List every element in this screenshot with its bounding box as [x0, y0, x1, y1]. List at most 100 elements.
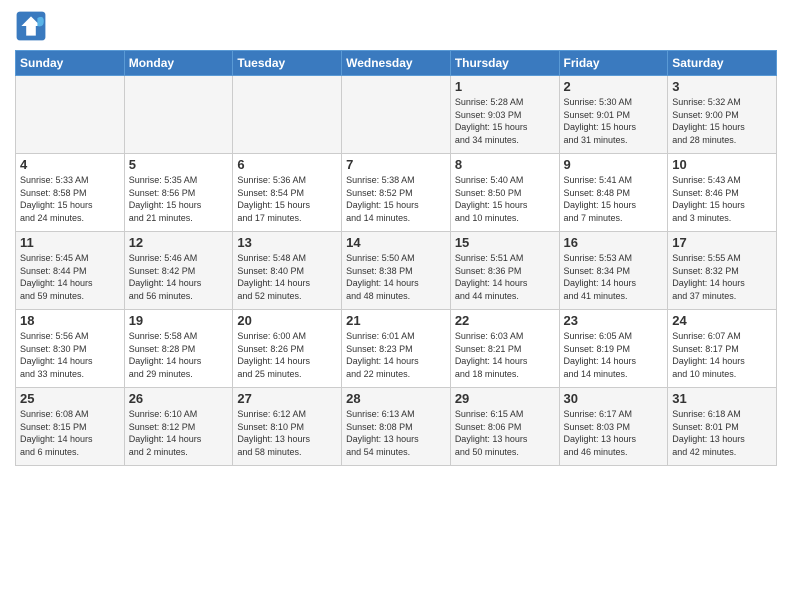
day-number: 7 — [346, 157, 446, 172]
day-number: 25 — [20, 391, 120, 406]
day-number: 26 — [129, 391, 229, 406]
calendar-week-row: 11 Sunrise: 5:45 AM Sunset: 8:44 PM Dayli… — [16, 232, 777, 310]
day-number: 23 — [564, 313, 664, 328]
day-info: Sunrise: 5:43 AM Sunset: 8:46 PM Dayligh… — [672, 174, 772, 224]
calendar-cell: 25 Sunrise: 6:08 AM Sunset: 8:15 PM Dayli… — [16, 388, 125, 466]
day-number: 15 — [455, 235, 555, 250]
day-info: Sunrise: 6:18 AM Sunset: 8:01 PM Dayligh… — [672, 408, 772, 458]
day-of-week-header: Saturday — [668, 51, 777, 76]
day-info: Sunrise: 5:55 AM Sunset: 8:32 PM Dayligh… — [672, 252, 772, 302]
logo-icon — [15, 10, 47, 42]
day-number: 22 — [455, 313, 555, 328]
day-number: 6 — [237, 157, 337, 172]
day-of-week-header: Friday — [559, 51, 668, 76]
day-info: Sunrise: 5:36 AM Sunset: 8:54 PM Dayligh… — [237, 174, 337, 224]
calendar-cell: 18 Sunrise: 5:56 AM Sunset: 8:30 PM Dayli… — [16, 310, 125, 388]
calendar-cell: 13 Sunrise: 5:48 AM Sunset: 8:40 PM Dayli… — [233, 232, 342, 310]
calendar-cell: 3 Sunrise: 5:32 AM Sunset: 9:00 PM Daylig… — [668, 76, 777, 154]
calendar-cell: 4Sunrise: 5:33 AM Sunset: 8:58 PM Daylig… — [16, 154, 125, 232]
calendar-cell: 16 Sunrise: 5:53 AM Sunset: 8:34 PM Dayli… — [559, 232, 668, 310]
calendar-cell: 28 Sunrise: 6:13 AM Sunset: 8:08 PM Dayli… — [342, 388, 451, 466]
day-info: Sunrise: 5:28 AM Sunset: 9:03 PM Dayligh… — [455, 96, 555, 146]
day-number: 24 — [672, 313, 772, 328]
calendar-cell: 22 Sunrise: 6:03 AM Sunset: 8:21 PM Dayli… — [450, 310, 559, 388]
day-number: 19 — [129, 313, 229, 328]
day-number: 4 — [20, 157, 120, 172]
calendar-cell: 9 Sunrise: 5:41 AM Sunset: 8:48 PM Daylig… — [559, 154, 668, 232]
calendar-cell: 24Sunrise: 6:07 AM Sunset: 8:17 PM Dayli… — [668, 310, 777, 388]
day-info: Sunrise: 5:56 AM Sunset: 8:30 PM Dayligh… — [20, 330, 120, 380]
main-container: SundayMondayTuesdayWednesdayThursdayFrid… — [0, 0, 792, 480]
day-number: 27 — [237, 391, 337, 406]
calendar-cell: 1 Sunrise: 5:28 AM Sunset: 9:03 PM Daylig… — [450, 76, 559, 154]
day-info: Sunrise: 5:32 AM Sunset: 9:00 PM Dayligh… — [672, 96, 772, 146]
calendar-body: 1 Sunrise: 5:28 AM Sunset: 9:03 PM Daylig… — [16, 76, 777, 466]
day-number: 8 — [455, 157, 555, 172]
day-info: Sunrise: 5:40 AM Sunset: 8:50 PM Dayligh… — [455, 174, 555, 224]
calendar-cell: 12 Sunrise: 5:46 AM Sunset: 8:42 PM Dayli… — [124, 232, 233, 310]
day-number: 12 — [129, 235, 229, 250]
day-number: 28 — [346, 391, 446, 406]
day-info: Sunrise: 6:01 AM Sunset: 8:23 PM Dayligh… — [346, 330, 446, 380]
day-number: 13 — [237, 235, 337, 250]
day-info: Sunrise: 5:58 AM Sunset: 8:28 PM Dayligh… — [129, 330, 229, 380]
calendar-cell: 27 Sunrise: 6:12 AM Sunset: 8:10 PM Dayli… — [233, 388, 342, 466]
day-of-week-header: Wednesday — [342, 51, 451, 76]
day-info: Sunrise: 5:45 AM Sunset: 8:44 PM Dayligh… — [20, 252, 120, 302]
calendar-cell — [16, 76, 125, 154]
day-number: 1 — [455, 79, 555, 94]
calendar-cell — [233, 76, 342, 154]
calendar-cell: 7Sunrise: 5:38 AM Sunset: 8:52 PM Daylig… — [342, 154, 451, 232]
day-info: Sunrise: 6:10 AM Sunset: 8:12 PM Dayligh… — [129, 408, 229, 458]
logo — [15, 10, 51, 42]
day-info: Sunrise: 6:00 AM Sunset: 8:26 PM Dayligh… — [237, 330, 337, 380]
day-info: Sunrise: 6:05 AM Sunset: 8:19 PM Dayligh… — [564, 330, 664, 380]
calendar-cell: 21 Sunrise: 6:01 AM Sunset: 8:23 PM Dayli… — [342, 310, 451, 388]
day-info: Sunrise: 5:41 AM Sunset: 8:48 PM Dayligh… — [564, 174, 664, 224]
day-of-week-header: Monday — [124, 51, 233, 76]
calendar-cell: 31 Sunrise: 6:18 AM Sunset: 8:01 PM Dayli… — [668, 388, 777, 466]
calendar-cell: 19 Sunrise: 5:58 AM Sunset: 8:28 PM Dayli… — [124, 310, 233, 388]
calendar-cell: 2 Sunrise: 5:30 AM Sunset: 9:01 PM Daylig… — [559, 76, 668, 154]
calendar-cell: 30Sunrise: 6:17 AM Sunset: 8:03 PM Dayli… — [559, 388, 668, 466]
calendar-cell: 17Sunrise: 5:55 AM Sunset: 8:32 PM Dayli… — [668, 232, 777, 310]
calendar-cell: 8 Sunrise: 5:40 AM Sunset: 8:50 PM Daylig… — [450, 154, 559, 232]
day-info: Sunrise: 6:17 AM Sunset: 8:03 PM Dayligh… — [564, 408, 664, 458]
day-number: 9 — [564, 157, 664, 172]
calendar-week-row: 25 Sunrise: 6:08 AM Sunset: 8:15 PM Dayli… — [16, 388, 777, 466]
calendar-cell: 20 Sunrise: 6:00 AM Sunset: 8:26 PM Dayli… — [233, 310, 342, 388]
day-number: 11 — [20, 235, 120, 250]
day-number: 16 — [564, 235, 664, 250]
day-info: Sunrise: 6:08 AM Sunset: 8:15 PM Dayligh… — [20, 408, 120, 458]
day-number: 29 — [455, 391, 555, 406]
day-number: 14 — [346, 235, 446, 250]
calendar-cell: 11 Sunrise: 5:45 AM Sunset: 8:44 PM Dayli… — [16, 232, 125, 310]
day-info: Sunrise: 6:15 AM Sunset: 8:06 PM Dayligh… — [455, 408, 555, 458]
day-number: 21 — [346, 313, 446, 328]
day-of-week-header: Thursday — [450, 51, 559, 76]
day-info: Sunrise: 5:48 AM Sunset: 8:40 PM Dayligh… — [237, 252, 337, 302]
day-info: Sunrise: 5:51 AM Sunset: 8:36 PM Dayligh… — [455, 252, 555, 302]
day-number: 10 — [672, 157, 772, 172]
day-number: 2 — [564, 79, 664, 94]
day-number: 5 — [129, 157, 229, 172]
calendar-week-row: 18 Sunrise: 5:56 AM Sunset: 8:30 PM Dayli… — [16, 310, 777, 388]
calendar-cell: 14Sunrise: 5:50 AM Sunset: 8:38 PM Dayli… — [342, 232, 451, 310]
day-info: Sunrise: 5:53 AM Sunset: 8:34 PM Dayligh… — [564, 252, 664, 302]
calendar-cell — [342, 76, 451, 154]
day-info: Sunrise: 6:12 AM Sunset: 8:10 PM Dayligh… — [237, 408, 337, 458]
day-info: Sunrise: 6:03 AM Sunset: 8:21 PM Dayligh… — [455, 330, 555, 380]
day-info: Sunrise: 5:30 AM Sunset: 9:01 PM Dayligh… — [564, 96, 664, 146]
day-of-week-header: Sunday — [16, 51, 125, 76]
day-info: Sunrise: 6:13 AM Sunset: 8:08 PM Dayligh… — [346, 408, 446, 458]
day-number: 18 — [20, 313, 120, 328]
day-number: 3 — [672, 79, 772, 94]
day-number: 20 — [237, 313, 337, 328]
calendar-cell: 23 Sunrise: 6:05 AM Sunset: 8:19 PM Dayli… — [559, 310, 668, 388]
calendar-cell: 26 Sunrise: 6:10 AM Sunset: 8:12 PM Dayli… — [124, 388, 233, 466]
day-number: 31 — [672, 391, 772, 406]
calendar-cell: 15 Sunrise: 5:51 AM Sunset: 8:36 PM Dayli… — [450, 232, 559, 310]
day-info: Sunrise: 5:46 AM Sunset: 8:42 PM Dayligh… — [129, 252, 229, 302]
calendar-cell: 6 Sunrise: 5:36 AM Sunset: 8:54 PM Daylig… — [233, 154, 342, 232]
header — [15, 10, 777, 42]
